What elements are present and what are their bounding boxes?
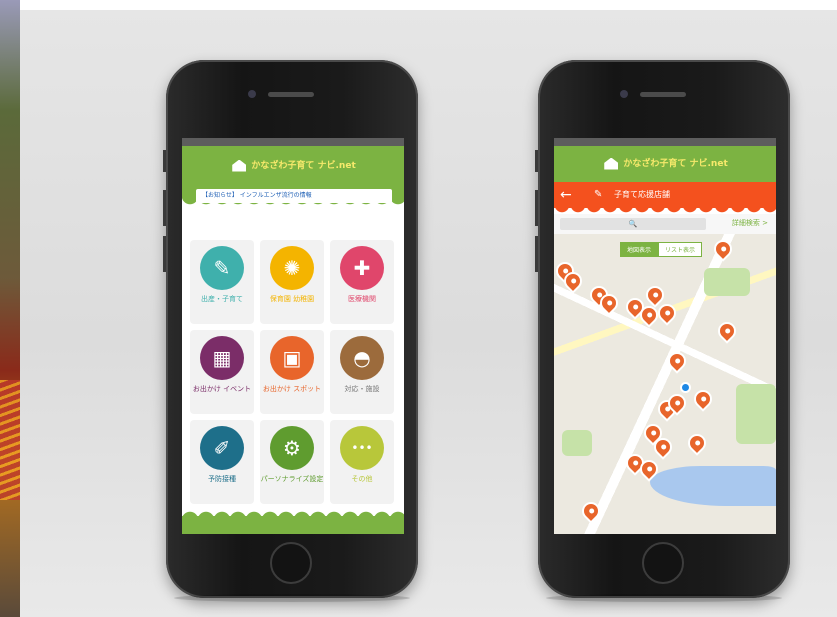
tile-label: 予防接種 xyxy=(208,475,236,483)
volume-down-button xyxy=(535,236,538,272)
tile-label: パーソナライズ設定 xyxy=(260,475,324,483)
map-view[interactable]: 地図表示 リスト表示 xyxy=(554,234,776,534)
phone-map: かなざわ子育て ナビ.net ← ✎ 子育て応援店舗 🔍 詳細検索 > 地図表示… xyxy=(535,60,790,598)
menu-tile-nursery[interactable]: ✺ 保育園 幼稚園 xyxy=(260,240,324,324)
status-bar xyxy=(182,138,404,146)
front-camera xyxy=(620,90,628,98)
map-river xyxy=(650,466,776,506)
mute-switch xyxy=(163,150,166,172)
footer-wave xyxy=(182,510,404,534)
volume-up-button xyxy=(535,190,538,226)
map-marker[interactable] xyxy=(664,348,690,374)
back-arrow-icon[interactable]: ← xyxy=(560,182,572,208)
status-bar xyxy=(554,138,776,146)
app-header: かなざわ子育て ナビ.net xyxy=(554,146,776,182)
calendar-icon: ▦ xyxy=(200,336,244,380)
pencil-icon: ✎ xyxy=(200,246,244,290)
app-logo[interactable]: かなざわ子育て ナビ.net xyxy=(182,158,404,172)
search-input[interactable]: 🔍 xyxy=(560,218,706,230)
tile-label: 保育園 幼稚園 xyxy=(269,295,315,303)
tile-label: お出かけ イベント xyxy=(192,385,252,393)
menu-tile-childbirth[interactable]: ✎ 出産・子育て xyxy=(190,240,254,324)
earpiece-speaker xyxy=(640,92,686,97)
pin-icon: ✎ xyxy=(594,189,603,200)
home-screen: かなざわ子育て ナビ.net 【お知らせ】 インフルエンザ流行の情報 ✎ 出産・… xyxy=(182,138,404,534)
gear-icon: ⚙ xyxy=(270,426,314,470)
front-camera xyxy=(248,90,256,98)
map-marker[interactable] xyxy=(684,430,710,456)
helmet-icon: ◓ xyxy=(340,336,384,380)
background-photo-edge xyxy=(0,0,20,617)
home-button[interactable] xyxy=(642,542,684,584)
map-park xyxy=(562,430,592,456)
house-icon xyxy=(604,157,619,170)
app-logo[interactable]: かなざわ子育て ナビ.net xyxy=(554,156,776,170)
map-marker[interactable] xyxy=(710,236,736,262)
phone-shadow xyxy=(174,594,410,602)
sun-icon: ✺ xyxy=(270,246,314,290)
notice-banner[interactable]: 【お知らせ】 インフルエンザ流行の情報 xyxy=(196,189,392,203)
menu-tile-other[interactable]: ••• その他 xyxy=(330,420,394,504)
map-marker[interactable] xyxy=(578,498,604,524)
tile-label: 対応・施設 xyxy=(344,385,380,393)
title-bar: ← ✎ 子育て応援店舗 xyxy=(554,182,776,213)
more-icon: ••• xyxy=(340,426,384,470)
list-view-toggle[interactable]: リスト表示 xyxy=(658,242,703,257)
menu-tile-vaccination[interactable]: ✐ 予防接種 xyxy=(190,420,254,504)
map-view-toggle[interactable]: 地図表示 xyxy=(620,242,659,257)
page-title: 子育て応援店舗 xyxy=(614,190,670,199)
mute-switch xyxy=(535,150,538,172)
tile-label: その他 xyxy=(351,475,373,483)
view-toggle: 地図表示 リスト表示 xyxy=(620,242,703,257)
detail-search-link[interactable]: 詳細検索 > xyxy=(732,218,768,228)
house-icon xyxy=(232,159,247,172)
phone-shadow xyxy=(546,594,782,602)
tile-label: 医療機関 xyxy=(348,295,376,303)
map-park xyxy=(736,384,776,444)
map-park xyxy=(704,268,750,296)
syringe-icon: ✐ xyxy=(200,426,244,470)
menu-grid: ✎ 出産・子育て ✺ 保育園 幼稚園 ✚ 医療機関 ▦ お出かけ イベント ▣ … xyxy=(190,240,398,504)
home-button[interactable] xyxy=(270,542,312,584)
map-screen: かなざわ子育て ナビ.net ← ✎ 子育て応援店舗 🔍 詳細検索 > 地図表示… xyxy=(554,138,776,534)
volume-up-button xyxy=(163,190,166,226)
top-band xyxy=(20,0,837,10)
map-marker[interactable] xyxy=(690,386,716,412)
tile-label: お出かけ スポット xyxy=(262,385,322,393)
tile-label: 出産・子育て xyxy=(201,295,243,303)
bag-icon: ▣ xyxy=(270,336,314,380)
menu-tile-facilities[interactable]: ◓ 対応・施設 xyxy=(330,330,394,414)
menu-tile-medical[interactable]: ✚ 医療機関 xyxy=(330,240,394,324)
menu-tile-events[interactable]: ▦ お出かけ イベント xyxy=(190,330,254,414)
map-marker[interactable] xyxy=(714,318,740,344)
menu-tile-spots[interactable]: ▣ お出かけ スポット xyxy=(260,330,324,414)
volume-down-button xyxy=(163,236,166,272)
medical-cross-icon: ✚ xyxy=(340,246,384,290)
phone-home-menu: かなざわ子育て ナビ.net 【お知らせ】 インフルエンザ流行の情報 ✎ 出産・… xyxy=(163,60,418,598)
menu-tile-personalize[interactable]: ⚙ パーソナライズ設定 xyxy=(260,420,324,504)
search-row: 🔍 詳細検索 > xyxy=(554,214,776,236)
current-location-dot xyxy=(680,382,691,393)
app-header: かなざわ子育て ナビ.net 【お知らせ】 インフルエンザ流行の情報 xyxy=(182,146,404,203)
earpiece-speaker xyxy=(268,92,314,97)
